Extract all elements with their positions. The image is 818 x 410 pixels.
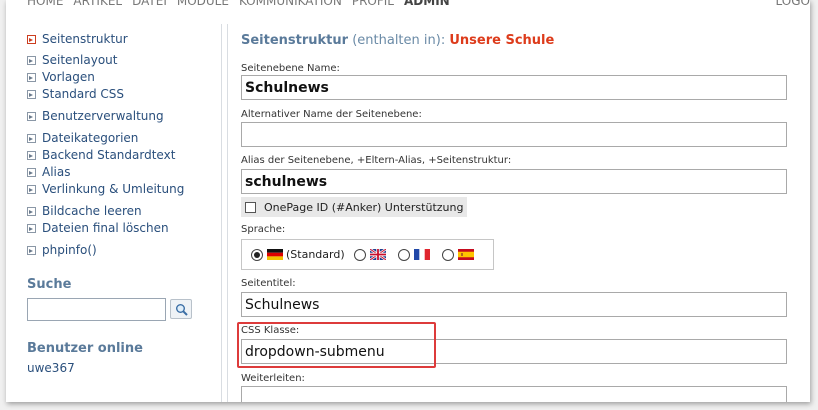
redirect-label: Weiterleiten: — [241, 373, 305, 384]
onepage-checkbox-row[interactable]: OnePage ID (#Anker) Unterstützung — [241, 197, 468, 217]
arrow-icon — [27, 150, 36, 160]
arrow-icon — [27, 55, 36, 65]
uk-flag-icon — [369, 249, 386, 260]
sidebar-item-dateien-loeschen[interactable]: Dateien final löschen — [27, 221, 169, 235]
page-title-sub: (enthalten in): — [348, 33, 450, 48]
sidebar-item-label: Vorlagen — [42, 70, 95, 84]
arrow-icon — [27, 34, 36, 44]
online-user-link[interactable]: uwe367 — [27, 361, 75, 375]
spanish-flag-icon — [457, 249, 474, 260]
sidebar-item-alias[interactable]: Alias — [27, 165, 70, 179]
page-title-input[interactable]: Schulnews — [241, 292, 787, 317]
alias-input[interactable]: schulnews — [241, 169, 787, 194]
sidebar-item-label: Dateikategorien — [42, 131, 139, 145]
sidebar-item-bildcache[interactable]: Bildcache leeren — [27, 204, 142, 218]
parent-page-link[interactable]: Unsere Schule — [449, 33, 554, 48]
search-button[interactable] — [170, 299, 192, 319]
name-label: Seitenebene Name: — [241, 63, 340, 74]
nav-item-artikel[interactable]: ARTIKEL — [73, 0, 122, 8]
search-input[interactable] — [27, 298, 166, 321]
nav-item-module[interactable]: MODULE — [177, 0, 229, 8]
online-users-heading: Benutzer online — [27, 341, 143, 356]
sidebar-item-vorlagen[interactable]: Vorlagen — [27, 70, 95, 84]
german-flag-icon — [267, 249, 283, 260]
radio-en[interactable] — [353, 248, 366, 261]
lang-option-es[interactable] — [441, 248, 477, 261]
sidebar-item-backend-standardtext[interactable]: Backend Standardtext — [27, 148, 175, 162]
sidebar-item-label: Dateien final löschen — [42, 221, 169, 235]
sidebar-item-label: Alias — [42, 165, 71, 179]
main-content: Seitenstruktur (enthalten in): Unsere Sc… — [228, 0, 810, 402]
radio-es[interactable] — [441, 248, 454, 261]
nav-item-home[interactable]: HOME — [27, 0, 63, 8]
nav-item-datei[interactable]: DATEI — [132, 0, 167, 8]
sidebar-item-label: phpinfo() — [42, 243, 97, 257]
lang-option-en[interactable] — [353, 248, 389, 261]
arrow-icon — [27, 184, 36, 194]
arrow-icon — [27, 111, 36, 121]
browser-window: HOME ARTIKEL DATEI MODULE KOMMUNIKATION … — [6, 0, 810, 402]
css-class-highlight — [237, 322, 436, 368]
arrow-icon — [27, 72, 36, 82]
sidebar-item-phpinfo[interactable]: phpinfo() — [27, 243, 97, 257]
page-title: Seitenstruktur (enthalten in): Unsere Sc… — [241, 33, 554, 48]
alt-name-label: Alternativer Name der Seitenebene: — [241, 109, 422, 120]
sidebar-item-seitenstruktur[interactable]: Seitenstruktur — [27, 32, 128, 46]
sidebar-item-benutzerverwaltung[interactable]: Benutzerverwaltung — [27, 109, 164, 123]
arrow-icon — [27, 206, 36, 216]
lang-option-de[interactable]: (Standard) — [251, 248, 345, 261]
arrow-icon — [27, 133, 36, 143]
lang-option-fr[interactable] — [397, 248, 433, 261]
onepage-label: OnePage ID (#Anker) Unterstützung — [264, 200, 464, 214]
radio-de[interactable] — [251, 248, 263, 261]
language-selector: (Standard) — [241, 239, 494, 270]
arrow-icon — [27, 167, 36, 177]
lang-default-label: (Standard) — [286, 248, 345, 261]
sidebar-item-label: Bildcache leeren — [42, 204, 142, 218]
magnifier-icon — [176, 304, 188, 316]
arrow-icon — [27, 89, 36, 99]
french-flag-icon — [413, 249, 430, 260]
alias-label: Alias der Seitenebene, +Eltern-Alias, +S… — [241, 155, 512, 166]
alt-name-input[interactable] — [241, 122, 787, 147]
sidebar-item-label: Seitenstruktur — [42, 32, 128, 46]
onepage-checkbox[interactable] — [245, 201, 256, 213]
redirect-input[interactable] — [241, 386, 787, 402]
column-divider — [221, 24, 228, 402]
sidebar-item-standard-css[interactable]: Standard CSS — [27, 87, 124, 101]
sidebar-item-label: Verlinkung & Umleitung — [42, 182, 185, 196]
sidebar-item-label: Standard CSS — [42, 87, 125, 101]
sidebar-item-label: Backend Standardtext — [42, 148, 176, 162]
sidebar-item-label: Seitenlayout — [42, 53, 118, 67]
page-title-main: Seitenstruktur — [241, 33, 349, 48]
sidebar-item-label: Benutzerverwaltung — [42, 109, 164, 123]
page-title-label: Seitentitel: — [241, 278, 296, 289]
sidebar-item-seitenlayout[interactable]: Seitenlayout — [27, 53, 117, 67]
radio-fr[interactable] — [397, 248, 410, 261]
language-label: Sprache: — [241, 224, 286, 235]
arrow-icon — [27, 223, 36, 233]
sidebar-item-verlinkung[interactable]: Verlinkung & Umleitung — [27, 182, 184, 196]
search-heading: Suche — [27, 277, 72, 292]
sidebar-item-dateikategorien[interactable]: Dateikategorien — [27, 131, 138, 145]
arrow-icon — [27, 245, 36, 255]
name-input[interactable]: Schulnews — [241, 75, 787, 100]
